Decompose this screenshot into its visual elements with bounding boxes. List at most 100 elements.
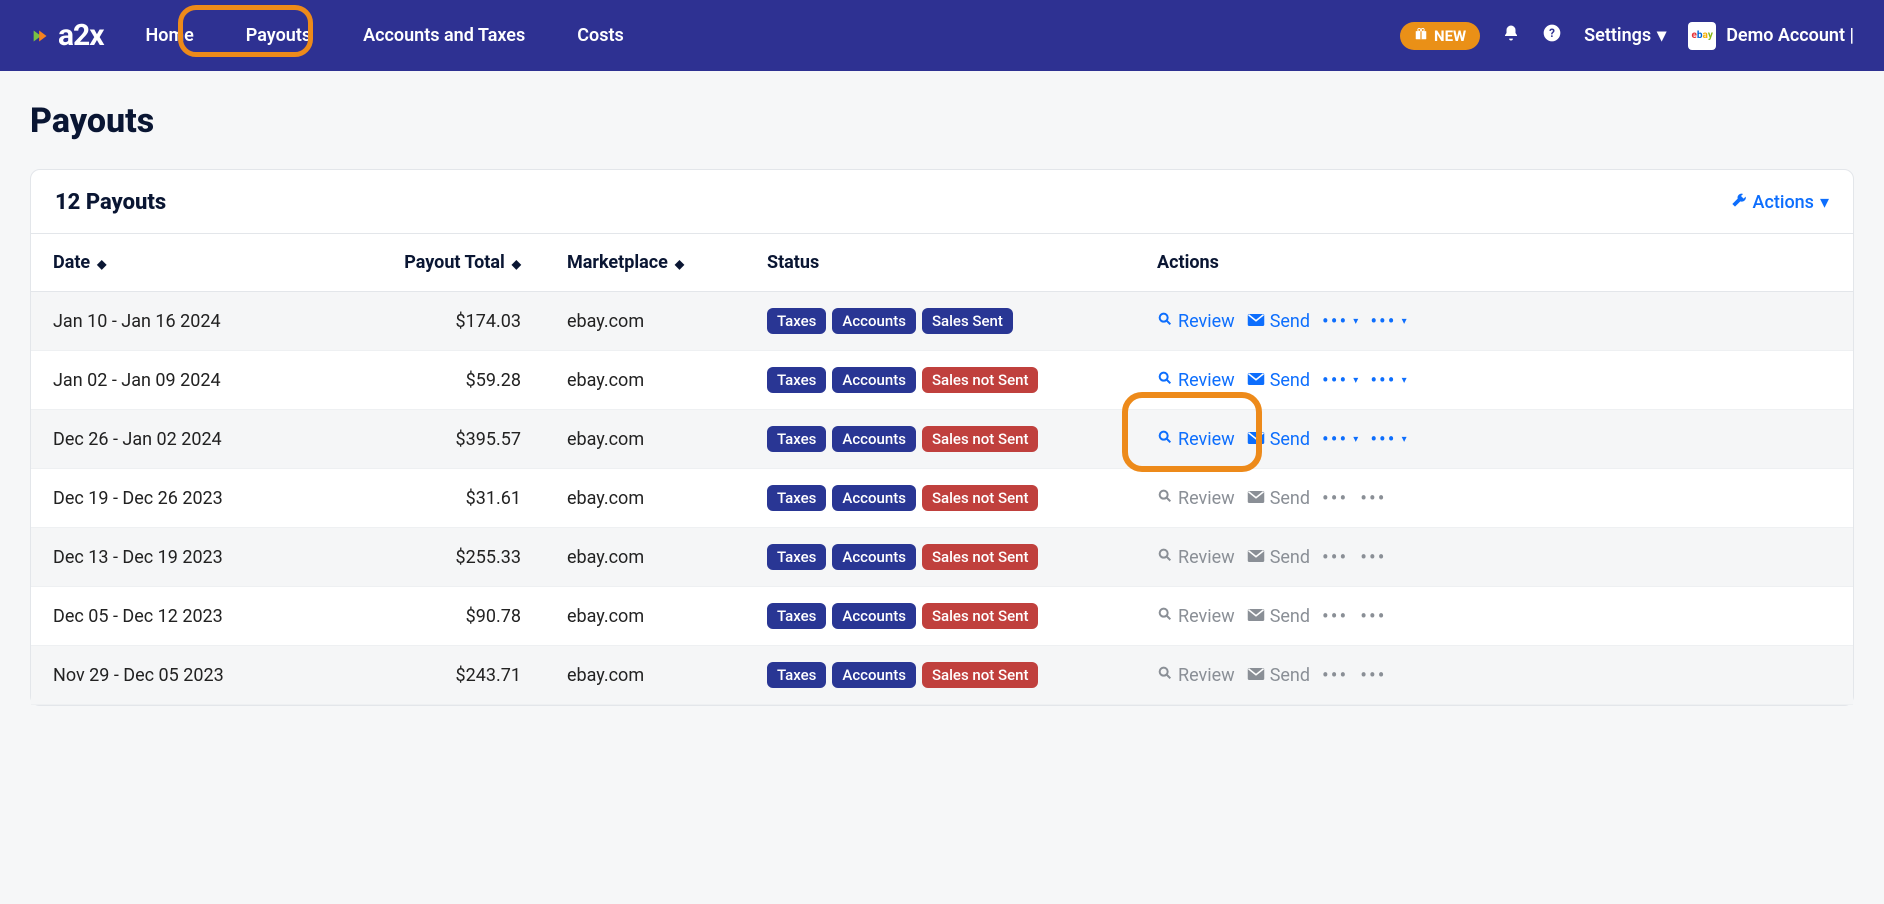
help-icon[interactable]: ? (1542, 23, 1562, 48)
table-row: Dec 13 - Dec 19 2023$255.33ebay.comTaxes… (31, 528, 1853, 587)
search-icon (1157, 488, 1173, 509)
more-menu-1: ••• (1322, 488, 1348, 508)
account-switcher[interactable]: ebay Demo Account | (1688, 22, 1854, 50)
nav-payouts[interactable]: Payouts (234, 17, 323, 54)
chevron-down-icon: ▾ (1657, 25, 1666, 46)
cell-status: TaxesAccountsSales not Sent (751, 528, 1141, 587)
table-row: Dec 26 - Jan 02 2024$395.57ebay.comTaxes… (31, 410, 1853, 469)
ebay-icon: ebay (1688, 22, 1716, 50)
status-accounts: Accounts (832, 367, 916, 393)
logo-text: a2x (58, 18, 104, 53)
more-menu-1[interactable]: ••• ▾ (1322, 429, 1358, 449)
mail-icon (1247, 606, 1265, 627)
chevron-down-icon: ▾ (1353, 375, 1358, 386)
col-marketplace[interactable]: Marketplace ◆ (551, 234, 751, 292)
settings-label: Settings (1584, 25, 1651, 46)
review-button: Review (1157, 547, 1235, 568)
nav-right: NEW ? Settings ▾ ebay Demo Account | (1400, 22, 1854, 50)
cell-marketplace: ebay.com (551, 351, 751, 410)
send-button: Send (1247, 665, 1310, 686)
more-menu-2: ••• (1360, 665, 1386, 685)
more-menu-2[interactable]: ••• ▾ (1370, 311, 1406, 331)
status-sales-not-sent: Sales not Sent (922, 603, 1039, 629)
cell-status: TaxesAccountsSales not Sent (751, 351, 1141, 410)
chevron-down-icon: ▾ (1353, 316, 1358, 327)
cell-status: TaxesAccountsSales not Sent (751, 587, 1141, 646)
nav-links: Home Payouts Accounts and Taxes Costs (134, 17, 636, 54)
status-accounts: Accounts (832, 544, 916, 570)
wrench-icon (1731, 192, 1747, 213)
more-menu-1: ••• (1322, 665, 1348, 685)
col-total[interactable]: Payout Total ◆ (351, 234, 551, 292)
new-badge[interactable]: NEW (1400, 22, 1480, 50)
cell-status: TaxesAccountsSales not Sent (751, 410, 1141, 469)
send-button[interactable]: Send (1247, 429, 1310, 450)
cell-actions: Review Send ••• ••• (1141, 469, 1853, 528)
logo[interactable]: a2x (30, 18, 104, 53)
nav-home[interactable]: Home (134, 17, 206, 54)
search-icon (1157, 370, 1173, 391)
status-taxes: Taxes (767, 367, 826, 393)
review-button[interactable]: Review (1157, 370, 1235, 391)
col-date[interactable]: Date ◆ (31, 234, 351, 292)
status-taxes: Taxes (767, 662, 826, 688)
sort-icon: ◆ (94, 257, 106, 271)
send-button: Send (1247, 547, 1310, 568)
more-menu-2: ••• (1360, 488, 1386, 508)
mail-icon (1247, 665, 1265, 686)
cell-date: Dec 26 - Jan 02 2024 (31, 410, 351, 469)
cell-marketplace: ebay.com (551, 528, 751, 587)
cell-date: Dec 13 - Dec 19 2023 (31, 528, 351, 587)
navbar: a2x Home Payouts Accounts and Taxes Cost… (0, 0, 1884, 71)
status-accounts: Accounts (832, 485, 916, 511)
send-button[interactable]: Send (1247, 311, 1310, 332)
cell-total: $90.78 (351, 587, 551, 646)
nav-costs[interactable]: Costs (565, 17, 636, 54)
logo-icon (30, 25, 52, 47)
chevron-down-icon: ▾ (1820, 192, 1829, 213)
status-sales-not-sent: Sales not Sent (922, 662, 1039, 688)
cell-total: $31.61 (351, 469, 551, 528)
settings-dropdown[interactable]: Settings ▾ (1584, 25, 1666, 46)
more-menu-1: ••• (1322, 606, 1348, 626)
table-row: Dec 05 - Dec 12 2023$90.78ebay.comTaxesA… (31, 587, 1853, 646)
more-menu-2[interactable]: ••• ▾ (1370, 429, 1406, 449)
actions-dropdown[interactable]: Actions ▾ (1731, 192, 1829, 213)
more-menu-2[interactable]: ••• ▾ (1370, 370, 1406, 390)
send-button: Send (1247, 488, 1310, 509)
cell-marketplace: ebay.com (551, 646, 751, 705)
review-button: Review (1157, 488, 1235, 509)
status-taxes: Taxes (767, 426, 826, 452)
cell-actions: Review Send ••• ••• (1141, 646, 1853, 705)
status-sales-sent: Sales Sent (922, 308, 1013, 334)
more-menu-2: ••• (1360, 547, 1386, 567)
review-button[interactable]: Review (1157, 429, 1235, 450)
send-button: Send (1247, 606, 1310, 627)
review-button: Review (1157, 665, 1235, 686)
table-row: Jan 02 - Jan 09 2024$59.28ebay.comTaxesA… (31, 351, 1853, 410)
more-menu-1[interactable]: ••• ▾ (1322, 311, 1358, 331)
payouts-table: Date ◆ Payout Total ◆ Marketplace ◆ Stat… (31, 234, 1853, 705)
send-button[interactable]: Send (1247, 370, 1310, 391)
notifications-icon[interactable] (1502, 24, 1520, 47)
chevron-down-icon: ▾ (1402, 316, 1407, 327)
main: Payouts 12 Payouts Actions ▾ Date ◆ Payo… (0, 71, 1884, 736)
more-menu-1[interactable]: ••• ▾ (1322, 370, 1358, 390)
cell-status: TaxesAccountsSales not Sent (751, 646, 1141, 705)
cell-total: $59.28 (351, 351, 551, 410)
mail-icon (1247, 370, 1265, 391)
cell-actions: Review Send•••••• (1141, 587, 1853, 646)
nav-accounts-taxes[interactable]: Accounts and Taxes (351, 17, 537, 54)
cell-total: $174.03 (351, 292, 551, 351)
cell-actions: Review Send ••• ▾ ••• ▾ (1141, 410, 1853, 469)
card-title: 12 Payouts (55, 190, 166, 215)
cell-marketplace: ebay.com (551, 410, 751, 469)
cell-date: Nov 29 - Dec 05 2023 (31, 646, 351, 705)
mail-icon (1247, 429, 1265, 450)
mail-icon (1247, 488, 1265, 509)
cell-date: Dec 05 - Dec 12 2023 (31, 587, 351, 646)
mail-icon (1247, 311, 1265, 332)
status-accounts: Accounts (832, 603, 916, 629)
table-row: Nov 29 - Dec 05 2023$243.71ebay.comTaxes… (31, 646, 1853, 705)
review-button[interactable]: Review (1157, 311, 1235, 332)
